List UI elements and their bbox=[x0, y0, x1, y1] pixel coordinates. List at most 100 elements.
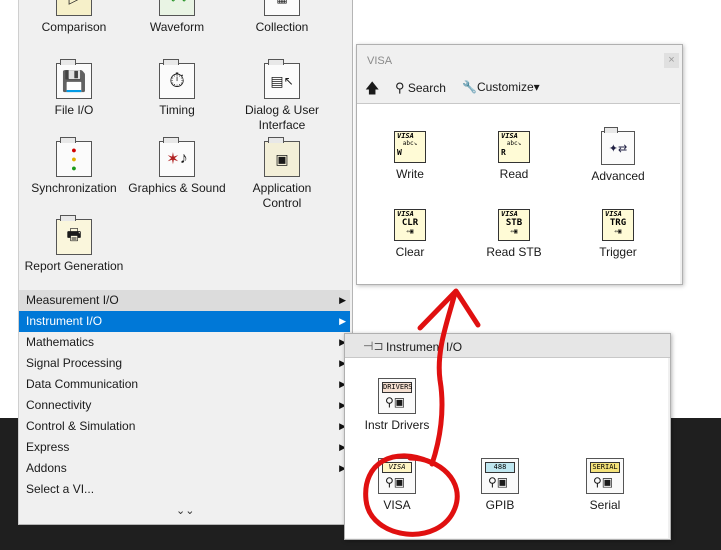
customize-button[interactable]: 🔧Customize▾ bbox=[462, 80, 540, 94]
menu-item-label: Mathematics bbox=[26, 335, 95, 349]
menu-item-data-communication[interactable]: Data Communication ▶ bbox=[19, 374, 350, 395]
search-button[interactable]: ⚲ Search bbox=[395, 80, 446, 96]
tile-label: Collection bbox=[255, 20, 309, 34]
traffic-light-icon: ● ● ● bbox=[56, 137, 92, 177]
instr-drivers-icon: DRIVERS ⚲▣ bbox=[378, 378, 416, 414]
menu-item-measurement-io[interactable]: Measurement I/O ▶ bbox=[19, 290, 350, 311]
menu-item-label: Connectivity bbox=[26, 398, 92, 412]
comparison-icon: ▷ bbox=[56, 0, 92, 16]
floppy-disk-icon: 💾 bbox=[56, 59, 92, 99]
expand-more-icon[interactable]: ⌄⌄ bbox=[176, 504, 194, 517]
visa-folder[interactable]: VISA ⚲▣ VISA bbox=[352, 458, 442, 512]
menu-item-signal-processing[interactable]: Signal Processing ▶ bbox=[19, 353, 350, 374]
visa-clear-vi[interactable]: VISA CLR ⇔▣ Clear bbox=[365, 209, 455, 259]
visa-palette-title: VISA bbox=[367, 55, 393, 67]
palette-tile-synchronization[interactable]: ● ● ● Synchronization bbox=[24, 137, 124, 196]
palette-tile-timing[interactable]: ⏱ Timing bbox=[127, 59, 227, 118]
vi-label: Write bbox=[396, 167, 424, 181]
search-label: Search bbox=[407, 81, 446, 95]
submenu-arrow-icon: ▶ bbox=[339, 316, 346, 326]
instrument-io-body: DRIVERS ⚲▣ Instr Drivers VISA ⚲▣ VISA 48… bbox=[345, 358, 668, 538]
gpib-icon: 488 ⚲▣ bbox=[481, 458, 519, 494]
stopwatch-icon: ⏱ bbox=[159, 59, 195, 99]
tile-label: Waveform bbox=[149, 20, 205, 34]
advanced-folder-icon: ✦⇄ bbox=[601, 127, 635, 165]
menu-item-select-a-vi[interactable]: Select a VI... bbox=[19, 479, 350, 500]
palette-item-label: VISA bbox=[383, 498, 411, 512]
visa-write-icon: VISA abc↘ W bbox=[394, 131, 426, 163]
visa-trigger-icon: VISA TRG ⇔▣ bbox=[602, 209, 634, 241]
vi-label: Clear bbox=[395, 245, 425, 259]
tile-label: Application Control bbox=[252, 181, 312, 210]
submenu-arrow-icon: ▶ bbox=[339, 295, 346, 305]
close-icon[interactable]: × bbox=[664, 53, 679, 68]
palette-item-label: Serial bbox=[589, 498, 621, 512]
vi-label: Read bbox=[499, 167, 529, 181]
tile-label: File I/O bbox=[54, 103, 94, 117]
tile-label: Graphics & Sound bbox=[128, 181, 226, 195]
visa-write-vi[interactable]: VISA abc↘ W Write bbox=[365, 131, 455, 181]
graphics-sound-icon: ✶ ♪ bbox=[159, 137, 195, 177]
visa-read-vi[interactable]: VISA abc↘ R Read bbox=[469, 131, 559, 181]
palette-tile-dialog-ui[interactable]: ▤ ↖ Dialog & User Interface bbox=[232, 59, 332, 133]
menu-item-label: Addons bbox=[26, 461, 67, 475]
menu-item-connectivity[interactable]: Connectivity ▶ bbox=[19, 395, 350, 416]
report-printer-icon: 🖶 bbox=[56, 215, 92, 255]
menu-item-label: Express bbox=[26, 440, 70, 454]
visa-trigger-vi[interactable]: VISA TRG ⇔▣ Trigger bbox=[573, 209, 663, 259]
palette-tile-comparison[interactable]: ▷ Comparison bbox=[24, 0, 124, 35]
palette-tile-file-io[interactable]: 💾 File I/O bbox=[24, 59, 124, 118]
menu-item-label: Measurement I/O bbox=[26, 293, 119, 307]
serial-folder[interactable]: SERIAL ⚲▣ Serial bbox=[560, 458, 650, 512]
search-icon: ⚲ bbox=[395, 80, 405, 95]
menu-item-label: Data Communication bbox=[26, 377, 139, 391]
menu-item-instrument-io[interactable]: Instrument I/O ▶ bbox=[19, 311, 350, 332]
menu-item-control-simulation[interactable]: Control & Simulation ▶ bbox=[19, 416, 350, 437]
visa-read-icon: VISA abc↘ R bbox=[498, 131, 530, 163]
tile-label: Timing bbox=[159, 103, 195, 117]
instrument-io-title-bar: ⊣⊐ Instrument I/O bbox=[345, 334, 670, 358]
instrument-io-title: Instrument I/O bbox=[386, 340, 463, 354]
tile-label: Synchronization bbox=[31, 181, 117, 195]
category-menu: Measurement I/O ▶ Instrument I/O ▶ Mathe… bbox=[19, 290, 350, 500]
gpib-folder[interactable]: 488 ⚲▣ GPIB bbox=[455, 458, 545, 512]
vi-label: Advanced bbox=[591, 169, 645, 183]
thumbtack-icon[interactable]: ⊣⊐ bbox=[363, 339, 384, 353]
palette-tile-collection[interactable]: ▦ Collection bbox=[232, 0, 332, 35]
palette-item-label: Instr Drivers bbox=[364, 418, 430, 432]
menu-item-label: Signal Processing bbox=[26, 356, 123, 370]
wrench-icon: 🔧 bbox=[462, 80, 477, 94]
visa-palette-window: VISA × 🡅 ⚲ Search 🔧Customize▾ VISA abc↘ W… bbox=[356, 44, 683, 285]
vi-label: Read STB bbox=[486, 245, 542, 259]
serial-icon: SERIAL ⚲▣ bbox=[586, 458, 624, 494]
tile-label: Comparison bbox=[41, 20, 107, 34]
visa-folder-icon: VISA ⚲▣ bbox=[378, 458, 416, 494]
instr-drivers-folder[interactable]: DRIVERS ⚲▣ Instr Drivers bbox=[352, 378, 442, 432]
visa-palette-toolbar: 🡅 ⚲ Search 🔧Customize▾ bbox=[357, 77, 682, 101]
visa-read-stb-vi[interactable]: VISA STB ⇔▣ Read STB bbox=[469, 209, 559, 259]
instrument-io-palette-window: ⊣⊐ Instrument I/O DRIVERS ⚲▣ Instr Drive… bbox=[344, 333, 671, 540]
palette-item-label: GPIB bbox=[485, 498, 515, 512]
customize-label: Customize▾ bbox=[476, 80, 540, 94]
palette-tile-waveform[interactable]: ∿∿ Waveform bbox=[127, 0, 227, 35]
visa-advanced-folder[interactable]: ✦⇄ Advanced bbox=[573, 127, 663, 183]
menu-item-label: Select a VI... bbox=[26, 482, 95, 496]
palette-tile-report-generation[interactable]: 🖶 Report Generation bbox=[24, 215, 124, 274]
collection-icon: ▦ bbox=[264, 0, 300, 16]
tile-label: Report Generation bbox=[24, 259, 124, 273]
waveform-icon: ∿∿ bbox=[159, 0, 195, 16]
up-arrow-icon[interactable]: 🡅 bbox=[365, 78, 379, 102]
menu-item-addons[interactable]: Addons ▶ bbox=[19, 458, 350, 479]
menu-item-mathematics[interactable]: Mathematics ▶ bbox=[19, 332, 350, 353]
palette-tile-graphics-sound[interactable]: ✶ ♪ Graphics & Sound bbox=[127, 137, 227, 196]
visa-palette-body: VISA abc↘ W Write VISA abc↘ R Read ✦⇄ Adva… bbox=[357, 103, 680, 284]
vi-label: Trigger bbox=[599, 245, 637, 259]
dialog-icon: ▤ ↖ bbox=[264, 59, 300, 99]
menu-item-label: Instrument I/O bbox=[26, 314, 103, 328]
visa-read-stb-icon: VISA STB ⇔▣ bbox=[498, 209, 530, 241]
application-control-icon: ▣ bbox=[264, 137, 300, 177]
tile-label: Dialog & User Interface bbox=[244, 103, 320, 132]
palette-tile-application-control[interactable]: ▣ Application Control bbox=[232, 137, 332, 211]
menu-item-express[interactable]: Express ▶ bbox=[19, 437, 350, 458]
visa-clear-icon: VISA CLR ⇔▣ bbox=[394, 209, 426, 241]
